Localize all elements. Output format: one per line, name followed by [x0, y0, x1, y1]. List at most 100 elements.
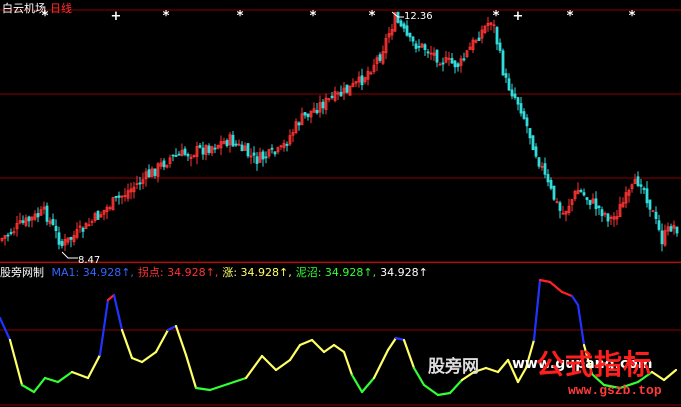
indicator-segment-11 — [120, 328, 134, 360]
candle-body-141 — [423, 44, 427, 51]
indicator-segment-21 — [244, 354, 264, 380]
indicator-segment-23 — [274, 358, 292, 372]
indicator-segment-32 — [372, 348, 390, 380]
candle-body-223 — [669, 226, 673, 232]
candle-body-218 — [654, 211, 658, 219]
indicator-value-1: 拐点: 34.928↑, — [137, 266, 219, 279]
indicator-segment-14 — [154, 328, 170, 354]
indicator-segment-50 — [560, 290, 574, 298]
stock-name: 白云机场 — [2, 2, 46, 15]
candle-body-138 — [414, 43, 418, 49]
high-low-labels: 12.36 8.47 — [61, 11, 433, 266]
candle-body-2 — [6, 234, 10, 237]
candle-body-193 — [579, 190, 583, 193]
candle-body-181 — [543, 163, 547, 175]
candle-body-82 — [246, 143, 250, 157]
indicator-segment-3 — [32, 376, 47, 394]
candle-body-95 — [285, 143, 289, 146]
candle-body-182 — [546, 174, 550, 183]
indicator-segment-17 — [184, 353, 198, 390]
candle-body-137 — [411, 36, 415, 42]
candle-body-107 — [321, 101, 325, 109]
candle-body-170 — [510, 89, 514, 97]
candle-body-147 — [441, 62, 445, 65]
candle-body-184 — [552, 185, 556, 200]
indicator-segment-5 — [56, 370, 74, 384]
candle-body-46 — [138, 182, 142, 185]
candle-body-12 — [36, 213, 40, 218]
candle-body-91 — [273, 151, 277, 155]
candle-body-59 — [177, 153, 181, 156]
candle-body-101 — [303, 112, 307, 116]
candle-body-168 — [504, 73, 508, 78]
candle-body-136 — [408, 32, 412, 38]
watermark-url-2: www.gszb.top — [568, 383, 662, 398]
candle-body-145 — [435, 49, 439, 63]
indicator-segment-13 — [140, 350, 158, 364]
indicator-value-4: 34.928↑ — [380, 266, 428, 279]
indicator-segment-35 — [402, 338, 416, 370]
candle-body-51 — [153, 168, 157, 176]
indicator-segment-1 — [8, 338, 24, 387]
candle-body-219 — [657, 220, 661, 230]
indicator-segment-43 — [496, 358, 510, 374]
indicator-segment-15 — [166, 324, 178, 332]
indicator-segment-12 — [130, 356, 144, 364]
indicator-segment-37 — [422, 383, 440, 397]
candle-body-84 — [252, 152, 256, 156]
candle-body-27 — [81, 227, 85, 232]
candle-body-194 — [582, 192, 586, 196]
indicator-value-3: 泥沼: 34.928↑, — [295, 266, 377, 279]
signal-marker-4: * — [310, 9, 317, 24]
indicator-segment-39 — [448, 378, 464, 395]
candle-body-172 — [516, 97, 520, 105]
candle-body-225 — [675, 226, 679, 234]
candle-body-166 — [498, 42, 502, 51]
indicator-segment-42 — [484, 366, 500, 374]
watermark-brand: 公式指标 — [536, 348, 653, 381]
indicator-segment-31 — [360, 376, 376, 394]
candle-body-134 — [402, 23, 406, 29]
indicator-segment-0 — [0, 316, 12, 342]
indicator-segment-59 — [662, 368, 678, 382]
indicator-values: MA1: 34.928↑, 拐点: 34.928↑, 涨: 34.928↑, 泥沼: … — [52, 266, 432, 279]
candle-body-215 — [645, 188, 649, 204]
indicator-segment-6 — [70, 370, 90, 380]
candle-body-23 — [69, 237, 73, 240]
candle-body-18 — [54, 225, 58, 231]
candle-body-159 — [477, 37, 481, 41]
candle-body-115 — [345, 84, 349, 93]
indicator-segment-22 — [260, 354, 278, 372]
candle-body-186 — [558, 202, 562, 211]
high-price-label: 12.36 — [404, 11, 433, 22]
candle-body-171 — [513, 93, 517, 98]
indicator-segment-36 — [412, 366, 426, 387]
candle-body-58 — [174, 155, 178, 157]
candle-body-62 — [186, 153, 190, 157]
candle-body-195 — [585, 197, 589, 201]
candle-body-39 — [117, 195, 121, 198]
candle-body-199 — [597, 205, 601, 209]
indicator-segment-33 — [386, 336, 398, 352]
candle-body-216 — [648, 199, 652, 210]
candle-body-154 — [462, 58, 466, 61]
candle-body-32 — [96, 210, 100, 220]
period-label[interactable]: 日线 — [50, 2, 72, 15]
candle-body-17 — [51, 218, 55, 226]
candle-body-173 — [519, 103, 523, 114]
candle-body-135 — [405, 25, 409, 36]
candle-body-183 — [549, 179, 553, 189]
indicator-segment-30 — [350, 373, 364, 394]
indicator-segment-19 — [208, 382, 230, 392]
candle-body-38 — [114, 196, 118, 198]
candle-body-66 — [198, 145, 202, 148]
indicator-segment-48 — [538, 278, 552, 284]
candle-body-78 — [234, 143, 238, 146]
candle-body-196 — [588, 199, 592, 205]
candlestick-series[interactable] — [0, 11, 679, 252]
candle-body-102 — [306, 113, 310, 118]
indicator-segment-4 — [43, 376, 60, 384]
candle-body-139 — [417, 45, 421, 48]
candle-body-15 — [45, 205, 49, 222]
candle-body-174 — [522, 111, 526, 119]
